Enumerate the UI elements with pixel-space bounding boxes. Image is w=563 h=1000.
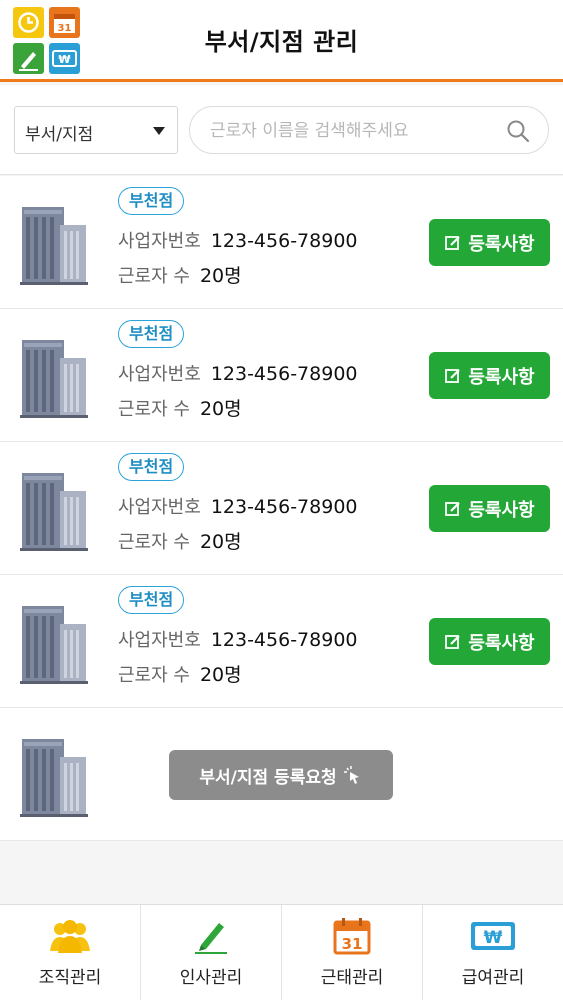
filter-bar: 부서/지점 [0,85,563,175]
chevron-down-icon [153,127,165,135]
business-number-line: 사업자번호 123-456-78900 [118,360,358,386]
search-icon[interactable] [506,119,530,143]
svg-text:31: 31 [342,935,363,953]
branch-registration-request-button[interactable]: 부서/지점 등록요청 [169,750,393,800]
registration-details-label: 등록사항 [468,632,535,654]
business-number-value: 123-456-78900 [210,629,358,651]
registration-details-label: 등록사항 [468,499,535,521]
worker-count-label: 근로자 수 [118,665,190,686]
business-number-line: 사업자번호 123-456-78900 [118,493,358,519]
worker-count-label: 근로자 수 [118,266,190,287]
registration-details-button[interactable]: 등록사항 [429,618,550,665]
business-number-label: 사업자번호 [118,497,201,518]
worker-count-value: 20명 [199,664,242,686]
edit-icon [445,235,461,250]
nav-attendance[interactable]: 31 근태관리 [282,905,423,1000]
search-box [189,106,549,154]
nav-organization[interactable]: 조직관리 [0,905,141,1000]
branch-select-value: 부서/지점 [25,125,94,145]
branch-badge: 부천점 [118,187,185,215]
cursor-click-icon [343,766,359,784]
worker-count-label: 근로자 수 [118,399,190,420]
branch-row: 부천점 사업자번호 123-456-78900 근로자 수 20명 등록사항 [0,309,563,442]
branch-row: 부천점 사업자번호 123-456-78900 근로자 수 20명 등록사항 [0,442,563,575]
worker-count-line: 근로자 수 20명 [118,527,242,554]
business-number-value: 123-456-78900 [210,363,358,385]
business-number-value: 123-456-78900 [210,496,358,518]
worker-count-line: 근로자 수 20명 [118,394,242,421]
nav-label: 조직관리 [38,968,102,988]
worker-count-value: 20명 [199,531,242,553]
business-number-label: 사업자번호 [118,231,201,252]
building-icon [20,207,88,285]
registration-details-label: 등록사항 [468,366,535,388]
branch-badge: 부천점 [118,320,185,348]
bottom-nav: 조직관리 인사관리 31 근태관리 ₩ 급여관리 [0,904,563,1000]
branch-row: 부천점 사업자번호 123-456-78900 근로자 수 20명 등록사항 [0,575,563,708]
building-icon [20,473,88,551]
page-title: 부서/지점 관리 [204,28,359,56]
branch-select[interactable]: 부서/지점 [14,106,178,154]
business-number-label: 사업자번호 [118,364,201,385]
edit-icon [445,368,461,383]
search-input[interactable] [210,117,490,145]
worker-count-label: 근로자 수 [118,532,190,553]
worker-count-line: 근로자 수 20명 [118,660,242,687]
worker-count-line: 근로자 수 20명 [118,261,242,288]
won-icon: ₩ [471,922,515,950]
nav-hr[interactable]: 인사관리 [141,905,282,1000]
registration-details-label: 등록사항 [468,233,535,255]
branch-request-row: 부서/지점 등록요청 [0,708,563,841]
branch-badge: 부천점 [118,453,185,481]
edit-icon [445,634,461,649]
building-icon [20,606,88,684]
business-number-label: 사업자번호 [118,630,201,651]
branch-list: 부천점 사업자번호 123-456-78900 근로자 수 20명 등록사항 부천점… [0,176,563,841]
registration-details-button[interactable]: 등록사항 [429,352,550,399]
edit-icon [445,501,461,516]
worker-count-value: 20명 [199,265,242,287]
nav-payroll[interactable]: ₩ 급여관리 [423,905,563,1000]
business-number-value: 123-456-78900 [210,230,358,252]
registration-details-button[interactable]: 등록사항 [429,485,550,532]
branch-badge: 부천점 [118,586,185,614]
nav-label: 근태관리 [320,968,384,988]
worker-count-value: 20명 [199,398,242,420]
svg-text:₩: ₩ [484,928,503,948]
nav-label: 급여관리 [461,968,525,988]
business-number-line: 사업자번호 123-456-78900 [118,626,358,652]
nav-label: 인사관리 [179,968,243,988]
calendar-icon: 31 [333,918,371,955]
business-number-line: 사업자번호 123-456-78900 [118,227,358,253]
people-icon [50,920,90,953]
building-icon [20,340,88,418]
header: 31 ₩ 부서/지점 관리 [0,0,563,82]
building-icon [20,739,88,817]
branch-row: 부천점 사업자번호 123-456-78900 근로자 수 20명 등록사항 [0,176,563,309]
app-screen: 31 ₩ 부서/지점 관리 부서/지점 근로자 이름을 검색해주세요 부천점 사… [0,0,563,1000]
pen-icon [195,923,227,954]
branch-registration-request-label: 부서/지점 등록요청 [199,767,337,788]
registration-details-button[interactable]: 등록사항 [429,219,550,266]
